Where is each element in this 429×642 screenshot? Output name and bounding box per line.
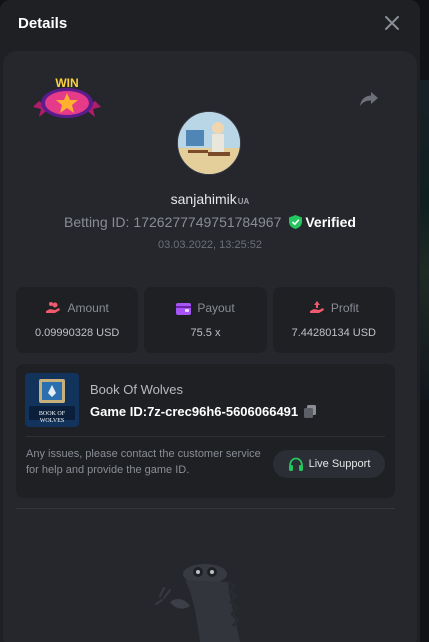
game-thumbnail-caption: BOOK OF WOLVES xyxy=(38,411,66,424)
win-badge-text: WIN xyxy=(55,76,78,90)
copy-icon[interactable] xyxy=(304,405,317,418)
game-id-row: Game ID:7z-crec96h6-5606066491 xyxy=(90,404,317,419)
share-icon[interactable] xyxy=(358,88,380,110)
stat-payout-header: Payout xyxy=(176,301,235,315)
live-support-button[interactable]: Live Support xyxy=(273,450,385,478)
betting-id-label: Betting ID: xyxy=(64,214,130,230)
stat-payout: Payout 75.5 x xyxy=(144,287,267,353)
game-id-value: 7z-crec96h6-5606066491 xyxy=(147,404,299,419)
profit-hand-icon xyxy=(309,301,324,313)
avatar xyxy=(177,111,241,175)
stat-payout-label: Payout xyxy=(197,301,235,315)
game-thumbnail[interactable]: BOOK OF WOLVES xyxy=(25,373,79,427)
stat-profit-label: Profit xyxy=(330,301,359,315)
stat-profit-value: 7.44280134 USD xyxy=(291,327,377,339)
modal-header: Details xyxy=(0,0,420,46)
shield-check-icon xyxy=(289,215,303,229)
modal-title: Details xyxy=(18,14,68,32)
stat-amount: Amount 0.09990328 USD xyxy=(16,287,139,353)
details-modal: Details WIN sanjahimikUA Betting ID: 172… xyxy=(0,0,420,642)
country-code: UA xyxy=(237,197,250,206)
section-divider xyxy=(16,508,395,509)
betting-id-row: Betting ID: 1726277749751784967 Verified xyxy=(3,214,417,230)
bet-datetime: 03.03.2022, 13:25:52 xyxy=(158,239,262,251)
stat-amount-header: Amount xyxy=(45,301,109,315)
stat-profit-header: Profit xyxy=(309,301,359,315)
support-message: Any issues, please contact the customer … xyxy=(26,448,261,476)
card-divider xyxy=(26,436,385,437)
crocodile-mascot-icon xyxy=(150,562,250,642)
game-id-label: Game ID: xyxy=(90,404,148,419)
stat-profit: Profit 7.44280134 USD xyxy=(272,287,395,353)
stats-row: Amount 0.09990328 USD Payout 75.5 x Prof… xyxy=(16,287,395,353)
game-card: BOOK OF WOLVES Book Of Wolves Game ID:7z… xyxy=(16,364,395,498)
stat-payout-value: 75.5 x xyxy=(190,327,221,339)
betting-id-value: 1726277749751784967 xyxy=(133,214,282,230)
wallet-icon xyxy=(176,302,192,315)
verified-badge: Verified xyxy=(289,214,356,230)
game-id-text: Game ID:7z-crec96h6-5606066491 xyxy=(90,404,298,419)
verified-label: Verified xyxy=(305,214,356,230)
game-name[interactable]: Book Of Wolves xyxy=(90,382,183,397)
headset-icon xyxy=(288,457,303,471)
username-text: sanjahimik xyxy=(170,191,237,207)
close-icon[interactable] xyxy=(382,13,402,33)
coins-hand-icon xyxy=(46,302,61,313)
stat-amount-label: Amount xyxy=(67,301,109,315)
live-support-label: Live Support xyxy=(308,458,371,470)
username: sanjahimikUA xyxy=(3,191,417,207)
win-badge-icon: WIN xyxy=(33,73,101,121)
stat-amount-value: 0.09990328 USD xyxy=(34,327,120,339)
